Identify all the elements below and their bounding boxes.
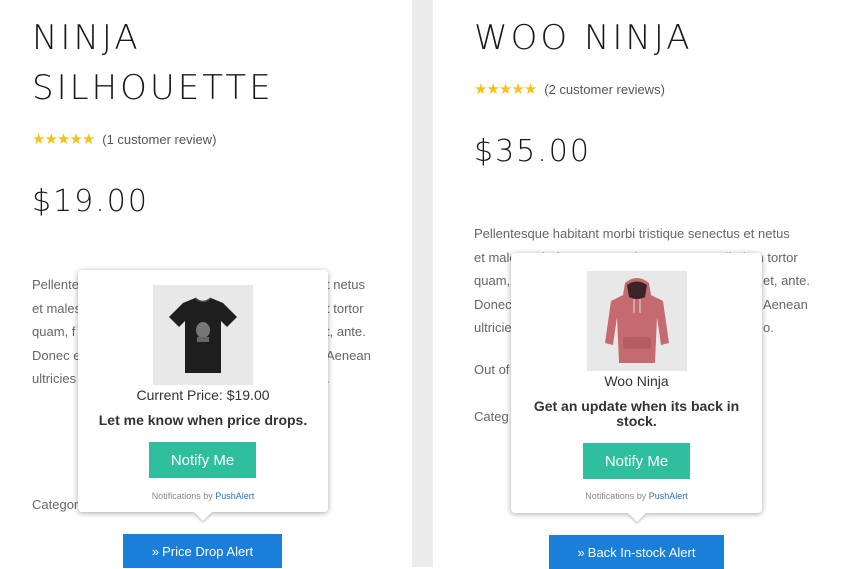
price-drop-popup: Current Price: $19.00 Let me know when p… (78, 270, 328, 521)
review-count-link[interactable]: (2 customer reviews) (544, 82, 665, 97)
title-line-1: NINJA (32, 18, 141, 58)
popup-message: Let me know when price drops. (98, 412, 308, 428)
tshirt-icon (169, 297, 237, 373)
star-icon: ★ (81, 130, 95, 148)
popup-arrow (194, 512, 212, 521)
product-image-tshirt (153, 285, 253, 385)
powered-prefix: Notifications by (151, 491, 213, 501)
desc-line: t netus (326, 277, 366, 292)
review-count-link[interactable]: (1 customer review) (102, 132, 216, 147)
double-chevron-right-icon: » (577, 544, 585, 560)
popup-message: Get an update when its back in stock. (533, 398, 740, 429)
cta-label: Back In-stock Alert (587, 544, 696, 560)
star-rating-icon: ★ ★ ★ ★ ★ (474, 80, 537, 98)
desc-line: t, ante. (326, 324, 366, 339)
product-price: $19.00 (32, 184, 149, 219)
powered-by: Notifications by PushAlert (78, 491, 328, 501)
description-fragment-right: t netus t tortor t, ante. Aenean . (326, 273, 371, 391)
desc-line: et males (32, 300, 82, 316)
desc-line: t tortor (326, 300, 364, 316)
column-divider (412, 0, 433, 567)
desc-line: Aenean (763, 296, 808, 312)
product-name-text: Woo Ninja (604, 373, 669, 389)
stock-status: Out of (474, 362, 510, 377)
hoodie-icon (605, 278, 669, 363)
product-card-ninja-silhouette: NINJA SILHOUETTE ★ ★ ★ ★ ★ (1 customer r… (0, 0, 412, 568)
category-label: Categor (32, 497, 79, 512)
star-icon: ★ (44, 130, 57, 148)
desc-line: Pellentesque habitant morbi tristique se… (474, 226, 790, 241)
notify-me-button[interactable]: Notify Me (149, 442, 256, 478)
description-fragment-left: Pellente et males quam, f Donec e ultric… (32, 273, 81, 391)
desc-line: Donec e (32, 347, 81, 363)
current-price-text: Current Price: $19.00 (136, 387, 270, 403)
price-drop-alert-button[interactable]: » Price Drop Alert (123, 534, 282, 568)
desc-line: Pellente (32, 277, 79, 292)
category-label: Categ (474, 409, 509, 424)
pushalert-link[interactable]: PushAlert (215, 491, 254, 501)
desc-line: . (326, 367, 371, 391)
desc-line: o. (763, 320, 774, 335)
powered-by: Notifications by PushAlert (511, 491, 762, 501)
desc-line: quam, f (32, 324, 76, 339)
back-in-stock-popup: Woo Ninja Get an update when its back in… (511, 253, 762, 522)
popup-arrow (628, 513, 646, 522)
desc-line: et, ante. (763, 273, 810, 288)
back-in-stock-alert-button[interactable]: » Back In-stock Alert (549, 535, 724, 569)
cta-label: Price Drop Alert (162, 543, 254, 559)
desc-line: Aenean (326, 347, 371, 363)
star-icon: ★ (498, 80, 512, 98)
star-icon: ★ (56, 130, 70, 148)
product-rating: ★ ★ ★ ★ ★ (2 customer reviews) (474, 80, 665, 98)
star-icon: ★ (69, 130, 82, 148)
product-title: NINJA SILHOUETTE (32, 13, 274, 113)
star-icon: ★ (486, 80, 499, 98)
desc-line: ultricies (32, 371, 77, 386)
double-chevron-right-icon: » (151, 543, 160, 559)
star-icon: ★ (511, 80, 524, 98)
star-icon: ★ (474, 80, 487, 98)
star-icon: ★ (523, 80, 537, 98)
product-image-hoodie (587, 271, 687, 371)
title-line-2: SILHOUETTE (32, 68, 274, 108)
product-rating: ★ ★ ★ ★ ★ (1 customer review) (32, 130, 216, 148)
notify-me-button[interactable]: Notify Me (583, 443, 690, 479)
product-price: $35.00 (474, 134, 591, 169)
product-title: WOO NINJA (474, 18, 693, 58)
product-card-woo-ninja: WOO NINJA ★ ★ ★ ★ ★ (2 customer reviews)… (433, 0, 850, 569)
star-rating-icon: ★ ★ ★ ★ ★ (32, 130, 95, 148)
description-fragment-right: et, ante. Aenean o. (763, 269, 810, 340)
star-icon: ★ (32, 130, 45, 148)
powered-prefix: Notifications by (585, 491, 647, 501)
pushalert-link[interactable]: PushAlert (649, 491, 688, 501)
